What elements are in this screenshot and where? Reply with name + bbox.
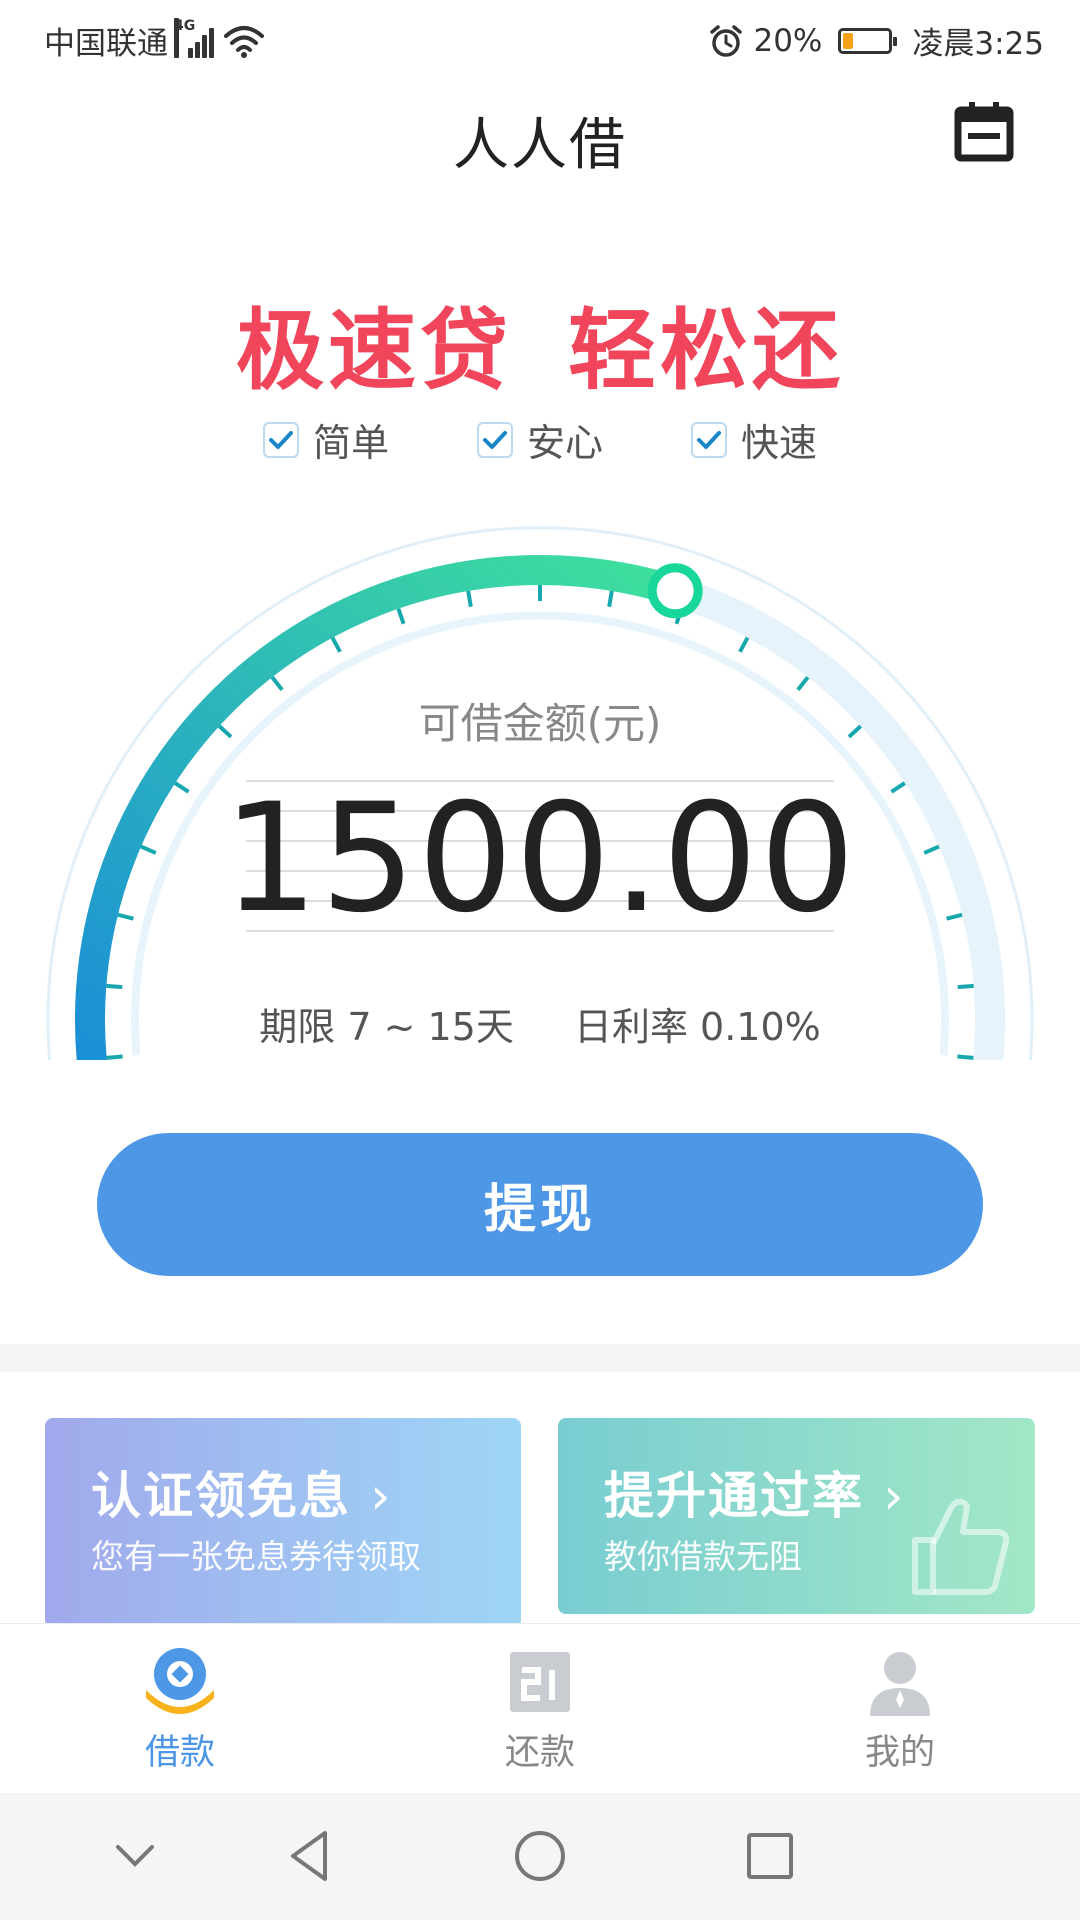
tab-label: 借款 [144, 1733, 215, 1773]
gauge-tick [957, 1054, 974, 1060]
tab-repay[interactable]: 还款 [440, 1646, 640, 1775]
check-icon [691, 421, 727, 458]
section-divider [0, 1344, 1080, 1372]
withdraw-button[interactable]: 提现 [97, 1133, 983, 1276]
gauge-handle[interactable] [647, 563, 703, 619]
nav-recents-icon[interactable] [735, 1821, 805, 1891]
gauge-tick [106, 1054, 123, 1060]
nav-home-icon[interactable] [505, 1821, 575, 1891]
nav-back-icon[interactable] [275, 1821, 345, 1891]
signal-icon: 4G [174, 17, 214, 58]
gauge-tick [738, 636, 750, 653]
promo-card-pass-rate[interactable]: 提升通过率 › 教你借款无阻 [558, 1418, 1035, 1614]
tab-loan[interactable]: 借款 [80, 1646, 280, 1775]
nav-down-icon[interactable] [100, 1821, 170, 1891]
check-icon [262, 421, 299, 458]
feature-label: 简单 [312, 421, 389, 465]
loan-terms: 期限 7 ~ 15天 日利率 0.10% [0, 996, 1080, 1051]
promo-title: 提升通过率 › [604, 1467, 906, 1525]
page-title: 人人借 [453, 113, 627, 178]
loan-term: 期限 7 ~ 15天 [259, 1005, 514, 1049]
status-left: 中国联通 4G [44, 17, 264, 63]
promo-card-interest-free[interactable]: 认证领免息 › 您有一张免息券待领取 [45, 1418, 521, 1628]
promo-subtitle: 您有一张免息券待领取 [91, 1537, 421, 1576]
gauge-tick [330, 636, 342, 653]
chevron-right-icon: › [370, 1467, 393, 1525]
feature-item: 简单 [262, 412, 389, 467]
gauge-tick [957, 983, 974, 990]
gauge-tick [396, 608, 406, 625]
feature-item: 安心 [476, 412, 603, 467]
loan-icon [146, 1648, 214, 1714]
promo-title: 认证领免息 › [91, 1467, 393, 1525]
tab-profile[interactable]: 我的 [800, 1646, 1000, 1775]
gauge-tick [796, 675, 810, 692]
promo-subtitle: 教你借款无阻 [604, 1537, 802, 1576]
status-bar: 中国联通 4G 20% 凌晨3:25 [0, 0, 1080, 76]
gauge-tick [466, 590, 473, 608]
thumbs-up-icon [912, 1498, 1010, 1595]
alarm-icon [710, 24, 743, 57]
battery-icon [838, 27, 898, 54]
feature-label: 快速 [741, 421, 818, 465]
app-header: 人人借 [0, 76, 1080, 196]
slogan: 极速贷 轻松还 [0, 280, 1080, 407]
wifi-icon [224, 25, 264, 58]
tab-label: 我的 [864, 1733, 935, 1773]
calendar-icon[interactable] [950, 96, 1020, 166]
network-type: 4G [174, 17, 195, 58]
feature-item: 快速 [691, 412, 817, 467]
gauge-tick [607, 590, 614, 608]
repay-icon [510, 1652, 570, 1712]
status-right: 20% 凌晨3:25 [709, 18, 1044, 63]
clock-time: 凌晨3:25 [912, 26, 1044, 62]
gauge-tick [270, 675, 284, 692]
slogan-part-2: 轻松还 [568, 299, 845, 402]
slogan-part-1: 极速贷 [235, 299, 512, 402]
tab-label: 还款 [504, 1733, 575, 1773]
carrier-name: 中国联通 [44, 26, 168, 62]
feature-list: 简单 安心 快速 [0, 412, 1080, 467]
bottom-tab-bar: 借款 还款 我的 [0, 1623, 1080, 1793]
amount-label: 可借金额(元) [418, 699, 662, 748]
chevron-right-icon: › [883, 1467, 906, 1525]
battery-percent: 20% [753, 22, 823, 59]
check-icon [476, 421, 513, 458]
system-nav-bar [0, 1793, 1080, 1920]
daily-rate: 日利率 0.10% [573, 1005, 821, 1049]
feature-label: 安心 [526, 421, 603, 465]
loan-amount: 1500.00 [222, 772, 858, 946]
profile-icon [870, 1652, 930, 1716]
gauge-tick [106, 983, 123, 990]
